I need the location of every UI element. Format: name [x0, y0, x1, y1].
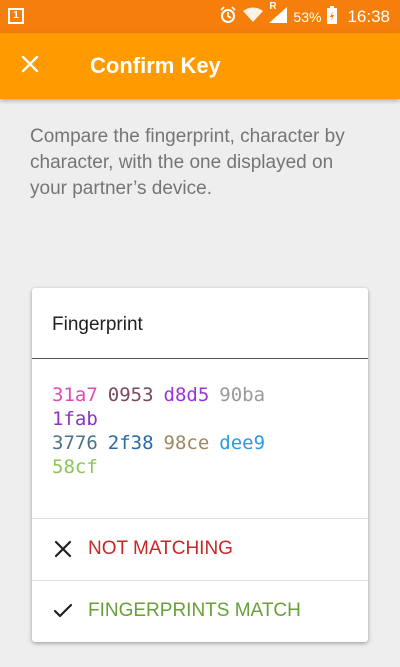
- fingerprints-match-label: FINGERPRINTS MATCH: [88, 600, 301, 621]
- close-icon: [21, 55, 39, 78]
- fingerprint-group: 2f38: [107, 432, 154, 454]
- wifi-icon: [243, 7, 264, 27]
- not-matching-button[interactable]: NOT MATCHING: [32, 519, 368, 579]
- battery-percent: 53%: [293, 8, 322, 25]
- alarm-icon: [219, 5, 237, 28]
- instructions-text: Compare the fingerprint, character by ch…: [30, 126, 345, 199]
- fingerprint-line: 31a7 0953 d8d5 90ba: [52, 383, 275, 407]
- fingerprint-group: 3776: [52, 432, 98, 454]
- sim-icon: 1: [8, 8, 24, 24]
- card-divider: [32, 358, 368, 359]
- status-bar: 1 R 53% 16:38: [0, 0, 400, 33]
- fingerprint-group: 98ce: [163, 432, 210, 454]
- roaming-indicator: R: [269, 0, 277, 12]
- fingerprint-card: Fingerprint 31a7 0953 d8d5 90ba 1fab 3776 2f38…: [32, 288, 368, 642]
- status-icons: R 53% 16:38: [219, 0, 390, 33]
- fingerprint-group: 58cf: [52, 456, 98, 478]
- signal-icon: R: [269, 1, 288, 27]
- card-title: Fingerprint: [52, 314, 143, 335]
- battery-charging-icon: [327, 5, 338, 28]
- fingerprint-group: d8d5: [163, 384, 210, 406]
- page-title: Confirm Key: [90, 53, 221, 78]
- close-button[interactable]: [14, 50, 46, 82]
- clock: 16:38: [347, 6, 390, 26]
- fingerprint-line: 3776 2f38 98ce dee9: [52, 431, 275, 455]
- fingerprint-group: 90ba: [219, 384, 266, 406]
- fingerprint-line: 58cf: [52, 455, 275, 479]
- app-bar: Confirm Key: [0, 33, 400, 99]
- check-icon: [52, 600, 74, 622]
- not-matching-label: NOT MATCHING: [88, 538, 233, 559]
- fingerprint-value: 31a7 0953 d8d5 90ba 1fab 3776 2f38 98ce dee9 58cf: [52, 383, 275, 479]
- close-icon: [52, 538, 74, 560]
- fingerprint-group: dee9: [219, 432, 266, 454]
- fingerprint-group: 1fab: [52, 408, 98, 430]
- fingerprint-group: 31a7: [52, 384, 98, 406]
- fingerprints-match-button[interactable]: FINGERPRINTS MATCH: [32, 581, 368, 641]
- fingerprint-group: 0953: [107, 384, 154, 406]
- fingerprint-line: 1fab: [52, 407, 275, 431]
